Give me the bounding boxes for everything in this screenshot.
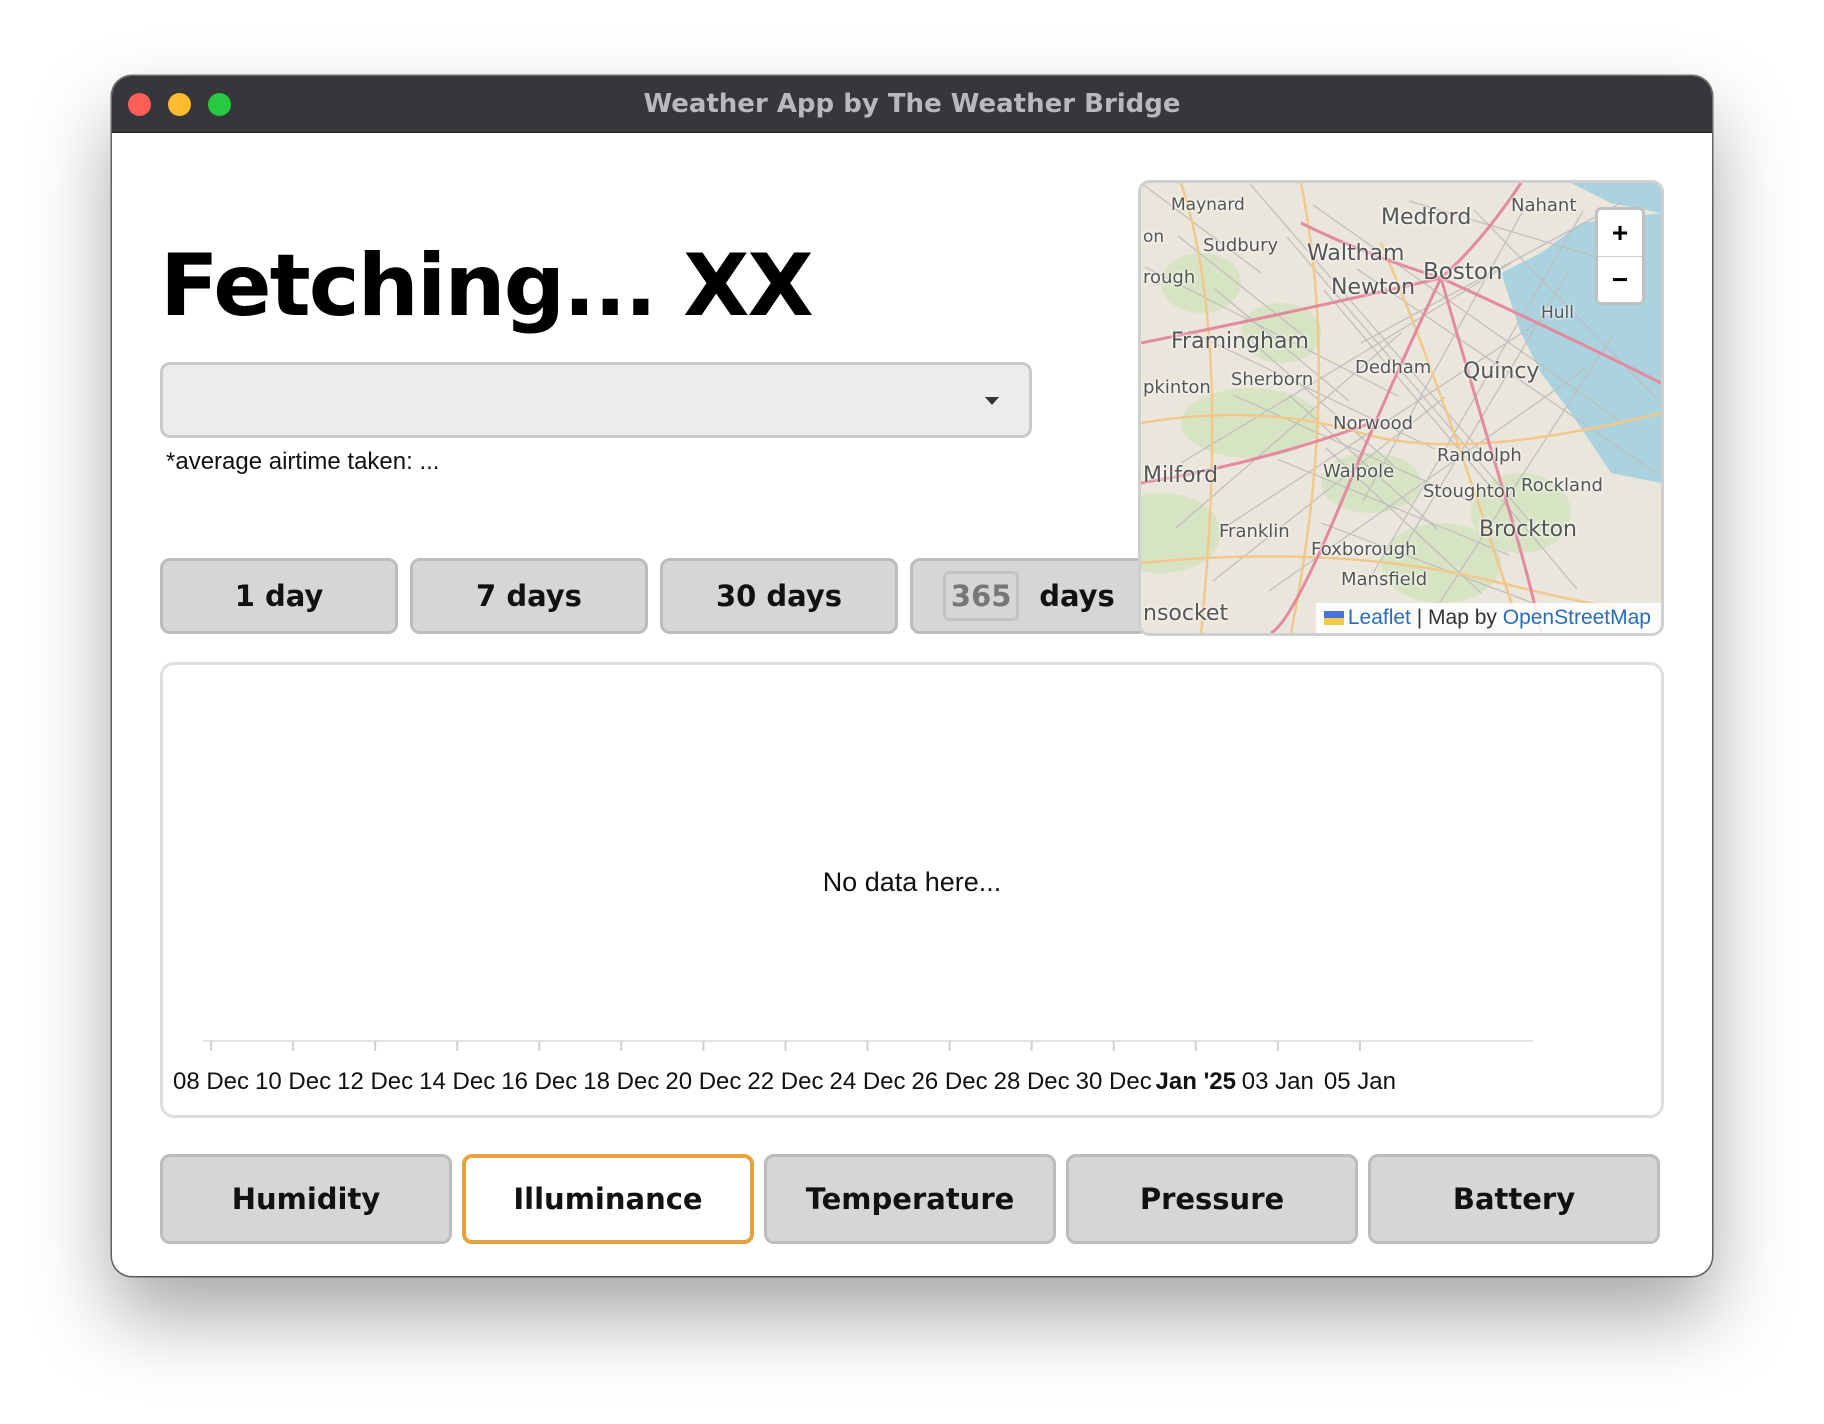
metric-humidity-label: Humidity: [231, 1182, 381, 1216]
ukraine-flag-icon: [1323, 611, 1344, 625]
map-label: pkinton: [1143, 377, 1211, 398]
location-map[interactable]: Maynard Medford Nahant on Sudbury Waltham Bost…: [1138, 180, 1664, 636]
custom-days-unit: days: [1039, 579, 1115, 613]
zoom-out-button[interactable]: −: [1598, 257, 1642, 303]
window-title: Weather App by The Weather Bridge: [643, 89, 1181, 119]
chevron-down-icon: [985, 397, 999, 405]
map-label: nsocket: [1143, 601, 1229, 626]
x-tick-label: 03 Jan: [1242, 1068, 1314, 1095]
empty-chart-message: No data here...: [823, 867, 1002, 897]
map-label: rough: [1143, 267, 1196, 288]
map-label: on: [1143, 227, 1165, 247]
x-tick-label: 18 Dec: [583, 1068, 659, 1095]
openstreetmap-link[interactable]: OpenStreetMap: [1503, 606, 1651, 630]
map-label: Stoughton: [1423, 481, 1517, 502]
map-label: Framingham: [1171, 329, 1309, 354]
range-1-day-label: 1 day: [234, 579, 324, 613]
x-tick-label: 26 Dec: [912, 1068, 988, 1095]
metric-pressure-label: Pressure: [1139, 1182, 1285, 1216]
map-label: Walpole: [1323, 461, 1395, 482]
range-7-days-button[interactable]: 7 days: [410, 558, 648, 634]
map-label: Medford: [1381, 205, 1472, 230]
x-tick-label: Jan '25: [1156, 1068, 1236, 1095]
range-7-days-label: 7 days: [476, 579, 582, 613]
metric-pressure-button[interactable]: Pressure: [1066, 1154, 1358, 1244]
x-tick-label: 22 Dec: [747, 1068, 823, 1095]
x-tick-label: 12 Dec: [337, 1068, 413, 1095]
x-tick-label: 30 Dec: [1076, 1068, 1152, 1095]
map-label: Mansfield: [1341, 569, 1428, 590]
map-label: Sherborn: [1231, 369, 1314, 390]
map-attribution: Leaflet | Map by OpenStreetMap: [1315, 603, 1661, 633]
leaflet-link[interactable]: Leaflet: [1348, 606, 1411, 630]
map-label: Milford: [1143, 463, 1219, 488]
map-label: Hull: [1541, 303, 1575, 323]
range-30-days-label: 30 days: [715, 579, 843, 613]
map-label: Boston: [1423, 259, 1503, 285]
map-label: Nahant: [1511, 195, 1577, 216]
map-label: Maynard: [1171, 195, 1245, 215]
map-label: Sudbury: [1203, 235, 1279, 256]
x-tick-label: 20 Dec: [665, 1068, 741, 1095]
map-label: Norwood: [1333, 413, 1414, 434]
station-select[interactable]: [160, 362, 1032, 438]
page-title: Fetching... XX: [160, 236, 814, 336]
map-zoom-control: + −: [1595, 207, 1645, 305]
custom-days-input[interactable]: 365: [943, 571, 1020, 621]
map-label: Brockton: [1479, 517, 1577, 542]
metric-illuminance-button[interactable]: Illuminance: [462, 1154, 754, 1244]
range-custom-days-button[interactable]: 365 days: [910, 558, 1148, 634]
app-window: Weather App by The Weather Bridge Fetchi…: [112, 76, 1712, 1276]
airtime-note: *average airtime taken: ...: [166, 448, 440, 475]
metric-battery-label: Battery: [1452, 1182, 1576, 1216]
attribution-separator: | Map by: [1410, 606, 1503, 629]
x-tick-label: 08 Dec: [173, 1068, 249, 1095]
map-label: Foxborough: [1311, 539, 1417, 560]
map-label: Quincy: [1463, 359, 1540, 384]
chart-panel: 08 Dec 10 Dec 12 Dec 14 Dec 16 Dec 18 Dec 20 D…: [160, 662, 1664, 1118]
metric-humidity-button[interactable]: Humidity: [160, 1154, 452, 1244]
x-tick-label: 24 Dec: [829, 1068, 905, 1095]
map-label: Randolph: [1437, 445, 1522, 466]
x-tick-label: 16 Dec: [501, 1068, 577, 1095]
x-tick-label: 05 Jan: [1324, 1068, 1396, 1095]
range-30-days-button[interactable]: 30 days: [660, 558, 898, 634]
x-tick-label: 28 Dec: [994, 1068, 1070, 1095]
chart-svg: 08 Dec 10 Dec 12 Dec 14 Dec 16 Dec 18 Dec 20 D…: [173, 867, 1533, 1095]
metric-battery-button[interactable]: Battery: [1368, 1154, 1660, 1244]
map-label: Waltham: [1307, 241, 1405, 266]
metric-illuminance-label: Illuminance: [513, 1182, 703, 1216]
map-label: Newton: [1331, 275, 1416, 300]
x-tick-label: 10 Dec: [255, 1068, 331, 1095]
map-label: Rockland: [1521, 475, 1603, 496]
title-bar: Weather App by The Weather Bridge: [112, 76, 1712, 133]
map-label: Franklin: [1219, 521, 1290, 542]
zoom-in-button[interactable]: +: [1598, 210, 1642, 257]
metric-temperature-label: Temperature: [805, 1182, 1015, 1216]
x-tick-label: 14 Dec: [419, 1068, 495, 1095]
map-label: Dedham: [1355, 357, 1432, 378]
metric-temperature-button[interactable]: Temperature: [764, 1154, 1056, 1244]
range-1-day-button[interactable]: 1 day: [160, 558, 398, 634]
